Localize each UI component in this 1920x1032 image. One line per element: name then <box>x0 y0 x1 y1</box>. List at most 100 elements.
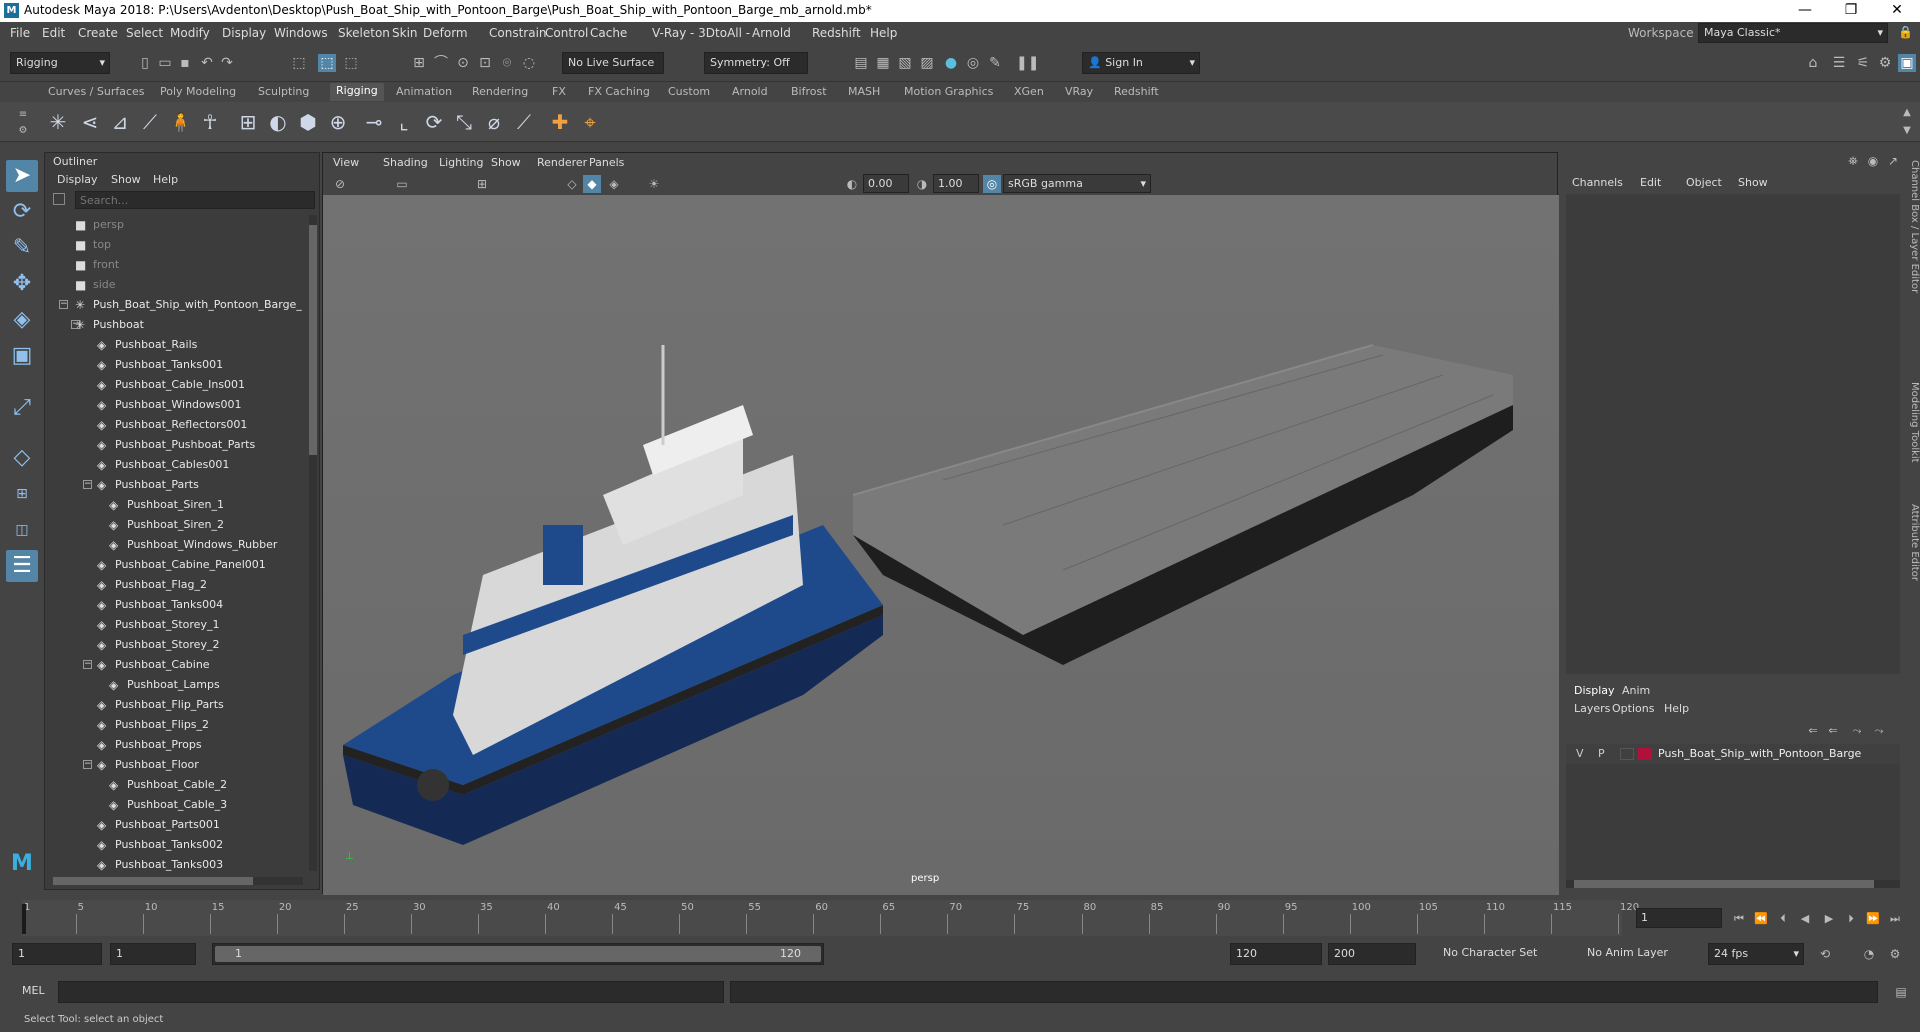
color-management-icon[interactable]: ◎ <box>983 175 1001 193</box>
outliner-item[interactable]: ◈ Pushboat_Reflectors001 <box>45 415 305 435</box>
layer-color-swatch[interactable] <box>1638 748 1652 760</box>
outliner-item[interactable]: ◈ Pushboat_Cables001 <box>45 455 305 475</box>
outliner-item[interactable]: ◈ Pushboat_Flip_Parts <box>45 695 305 715</box>
exposure-icon[interactable]: ◐ <box>843 175 861 193</box>
outliner-item[interactable]: ◈ Pushboat_Tanks003 <box>45 855 305 871</box>
shelf-tab-poly-modeling[interactable]: Poly Modeling <box>160 85 236 98</box>
collapse-toggle-icon[interactable]: − <box>83 660 92 669</box>
outliner-item[interactable]: ◈ Pushboat_Cabine_Panel001 <box>45 555 305 575</box>
channel-float-icon[interactable]: ◉ <box>1864 152 1882 170</box>
outliner-item[interactable]: ◈ Pushboat_Tanks004 <box>45 595 305 615</box>
outliner-item[interactable]: ◈ Pushboat_Siren_1 <box>45 495 305 515</box>
viewport-menu-renderer[interactable]: Renderer <box>537 156 587 169</box>
outliner-item[interactable]: ◈ Pushboat_Lamps <box>45 675 305 695</box>
viewport-menu-view[interactable]: View <box>333 156 359 169</box>
scale-constraint-icon[interactable]: ⤡ <box>452 110 476 134</box>
shelf-tab-custom[interactable]: Custom <box>668 85 710 98</box>
save-scene-icon[interactable]: ▪ <box>176 54 194 72</box>
outliner-item[interactable]: ◈ Pushboat_Tanks002 <box>45 835 305 855</box>
paint-select-tool-icon[interactable]: ✎ <box>6 232 38 264</box>
maximize-button[interactable]: ❐ <box>1828 0 1874 22</box>
layer-tab-anim[interactable]: Anim <box>1622 684 1650 697</box>
menu-file[interactable]: File <box>10 26 30 40</box>
outliner-hscrollbar[interactable] <box>53 877 303 885</box>
outliner-item[interactable]: ◈ Pushboat_Storey_1 <box>45 615 305 635</box>
select-camera-icon[interactable]: ⊘ <box>331 175 349 193</box>
last-tool-icon[interactable]: ⤢ <box>6 392 38 424</box>
lasso-tool-icon[interactable]: ⟳ <box>6 196 38 228</box>
channel-box-toggle-icon[interactable]: ▣ <box>1898 54 1916 72</box>
play-backwards-icon[interactable]: ◀ <box>1796 910 1814 928</box>
menu-modify[interactable]: Modify <box>170 26 210 40</box>
outliner-menu-help[interactable]: Help <box>153 173 178 186</box>
playback-start-field[interactable]: 1 <box>110 943 196 965</box>
character-set-dropdown[interactable]: No Character Set <box>1438 943 1554 965</box>
bind-skin-icon[interactable]: ⊞ <box>236 110 260 134</box>
new-layer-selected-icon[interactable]: ⤳ <box>1870 722 1888 740</box>
channel-menu-channels[interactable]: Channels <box>1572 176 1623 189</box>
current-time-indicator[interactable] <box>22 904 26 934</box>
layer-type-toggle[interactable] <box>1620 748 1634 760</box>
channel-menu-show[interactable]: Show <box>1738 176 1768 189</box>
shelf-tab-mash[interactable]: MASH <box>848 85 880 98</box>
shelf-options-icon[interactable]: ⚙ <box>14 122 32 140</box>
ik-handle-icon[interactable]: ⊿ <box>108 110 132 134</box>
outliner-item[interactable]: ◈ Pushboat_Cable_Ins001 <box>45 375 305 395</box>
side-tab-modeling-toolkit[interactable]: Modeling Toolkit <box>1904 382 1920 463</box>
outliner-menu-display[interactable]: Display <box>57 173 98 186</box>
menu-3dtoall[interactable]: - 3DtoAll - <box>690 26 750 40</box>
rotate-tool-icon[interactable]: ◈ <box>6 304 38 336</box>
shelf-tab-xgen[interactable]: XGen <box>1014 85 1044 98</box>
layer-menu-help[interactable]: Help <box>1664 702 1689 715</box>
point-constraint-icon[interactable]: ⊸ <box>362 110 386 134</box>
outliner-scrollbar[interactable] <box>309 215 317 871</box>
side-tab-channel-box-layer-editor[interactable]: Channel Box / Layer Editor <box>1904 160 1920 293</box>
shelf-tab-arnold[interactable]: Arnold <box>732 85 768 98</box>
menu-windows[interactable]: Windows <box>274 26 328 40</box>
paint-weights-icon[interactable]: ◐ <box>266 110 290 134</box>
layer-visibility-toggle[interactable]: V <box>1576 747 1584 760</box>
outliner-item[interactable]: − ◈ Pushboat_Parts <box>45 475 305 495</box>
scroll-down-icon[interactable]: ▼ <box>1898 122 1916 140</box>
parent-constraint-icon[interactable]: ⌀ <box>482 110 506 134</box>
shelf-tab-vray[interactable]: VRay <box>1065 85 1093 98</box>
viewport-menu-panels[interactable]: Panels <box>589 156 624 169</box>
animation-end-field[interactable]: 200 <box>1328 943 1416 965</box>
layer-move-down-icon[interactable]: ⇐ <box>1824 722 1842 740</box>
menu-edit[interactable]: Edit <box>42 26 65 40</box>
scale-tool-icon[interactable]: ▣ <box>6 340 38 372</box>
menu-select[interactable]: Select <box>126 26 163 40</box>
two-view-layout-icon[interactable]: ◫ <box>6 514 38 546</box>
select-component-icon[interactable]: ⬚ <box>342 54 360 72</box>
move-tool-icon[interactable]: ✥ <box>6 268 38 300</box>
time-slider[interactable]: 1 5 10 15 20 25 30 35 40 45 50 55 60 65 70 75 80 85 90 95 10… <box>0 900 1920 936</box>
shelf-tab-curves-surfaces[interactable]: Curves / Surfaces <box>48 85 145 98</box>
sign-in-button[interactable]: 👤 Sign In ▾ <box>1082 52 1200 74</box>
outliner-layout-icon[interactable]: ☰ <box>6 550 38 582</box>
step-forward-frame-icon[interactable]: ⏵ <box>1842 910 1860 928</box>
script-editor-icon[interactable]: ▤ <box>1892 983 1910 1001</box>
layer-move-up-icon[interactable]: ⇐ <box>1804 722 1822 740</box>
step-back-frame-icon[interactable]: ⏴ <box>1774 910 1792 928</box>
layer-menu-options[interactable]: Options <box>1612 702 1654 715</box>
orient-constraint-icon[interactable]: ⟳ <box>422 110 446 134</box>
gamma-icon[interactable]: ◑ <box>913 175 931 193</box>
symmetry-dropdown[interactable]: Symmetry: Off <box>704 52 808 74</box>
auto-key-icon[interactable]: ◔ <box>1860 945 1878 963</box>
workspace-dropdown[interactable]: Maya Classic* ▾ <box>1698 23 1888 43</box>
current-frame-field[interactable]: 1 <box>1636 908 1722 928</box>
cluster-icon[interactable]: ⊕ <box>326 110 350 134</box>
shelf-tab-sculpting[interactable]: Sculpting <box>258 85 309 98</box>
command-input[interactable] <box>58 981 724 1003</box>
channel-menu-edit[interactable]: Edit <box>1640 176 1661 189</box>
insert-joint-icon[interactable]: ⋖ <box>78 110 102 134</box>
wireframe-icon[interactable]: ◇ <box>563 175 581 193</box>
snap-curve-icon[interactable]: ⌒ <box>432 54 450 72</box>
outliner-toggle-icon[interactable]: ☰ <box>1830 54 1848 72</box>
select-object-icon[interactable]: ⬚ <box>318 54 336 72</box>
light-editor-icon[interactable]: ✎ <box>986 54 1004 72</box>
ipr-render-icon[interactable]: ▧ <box>896 54 914 72</box>
menu-skin[interactable]: Skin <box>392 26 418 40</box>
menu-help[interactable]: Help <box>870 26 897 40</box>
snap-point-icon[interactable]: ⊙ <box>454 54 472 72</box>
